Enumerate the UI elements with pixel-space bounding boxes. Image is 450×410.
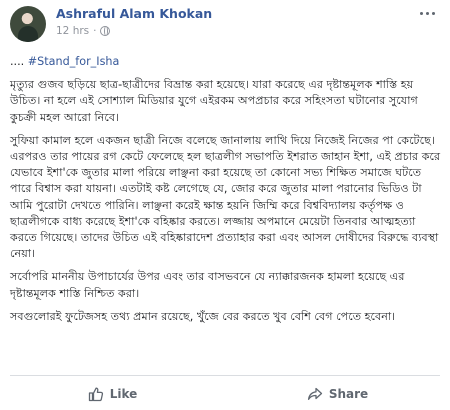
share-arrow-icon <box>307 386 323 402</box>
meta-separator: · <box>93 25 97 37</box>
option-dot-icon <box>426 11 429 15</box>
like-label: Like <box>109 386 138 401</box>
facebook-post: Ashraful Alam Khokan 12 hrs · .... #Stan… <box>0 0 450 410</box>
option-dot-icon <box>432 11 435 15</box>
post-paragraph-2: সুফিয়া কামাল হলে একজন ছাত্রী নিজে বলেছে… <box>10 133 441 261</box>
post-paragraph-4: সবগুলোরই ফুটেজসহ তথ্য প্রমান রয়েছে, খুঁ… <box>10 309 396 323</box>
share-button[interactable]: Share <box>225 377 450 410</box>
post-meta: 12 hrs · <box>56 25 111 37</box>
post-timestamp[interactable]: 12 hrs <box>56 25 89 37</box>
post-paragraph-3: সর্বোপরি মাননীয় উপাচার্যের উপর এবং তার … <box>10 270 405 300</box>
thumbs-up-icon <box>88 386 104 402</box>
share-label: Share <box>328 386 369 401</box>
post-actions: Like Share <box>0 377 450 410</box>
hashtag-link[interactable]: #Stand_for_Isha <box>28 55 120 68</box>
author-name[interactable]: Ashraful Alam Khokan <box>56 6 212 21</box>
hashtag-line: .... #Stand_for_Isha <box>10 54 442 70</box>
like-button[interactable]: Like <box>0 377 225 410</box>
globe-icon[interactable] <box>100 26 111 36</box>
action-divider <box>10 375 440 376</box>
hashtag-prefix: .... <box>10 55 25 68</box>
post-header: Ashraful Alam Khokan 12 hrs · <box>0 0 450 44</box>
post-content: .... #Stand_for_Isha মৃত্যুর গুজব ছড়িয়… <box>10 54 442 332</box>
author-avatar[interactable] <box>10 6 46 42</box>
option-dot-icon <box>420 11 423 15</box>
more-options-icon[interactable] <box>420 8 438 18</box>
post-paragraph-1: মৃত্যুর গুজব ছড়িয়ে ছাত্র-ছাত্রীদের বিভ… <box>10 78 418 124</box>
